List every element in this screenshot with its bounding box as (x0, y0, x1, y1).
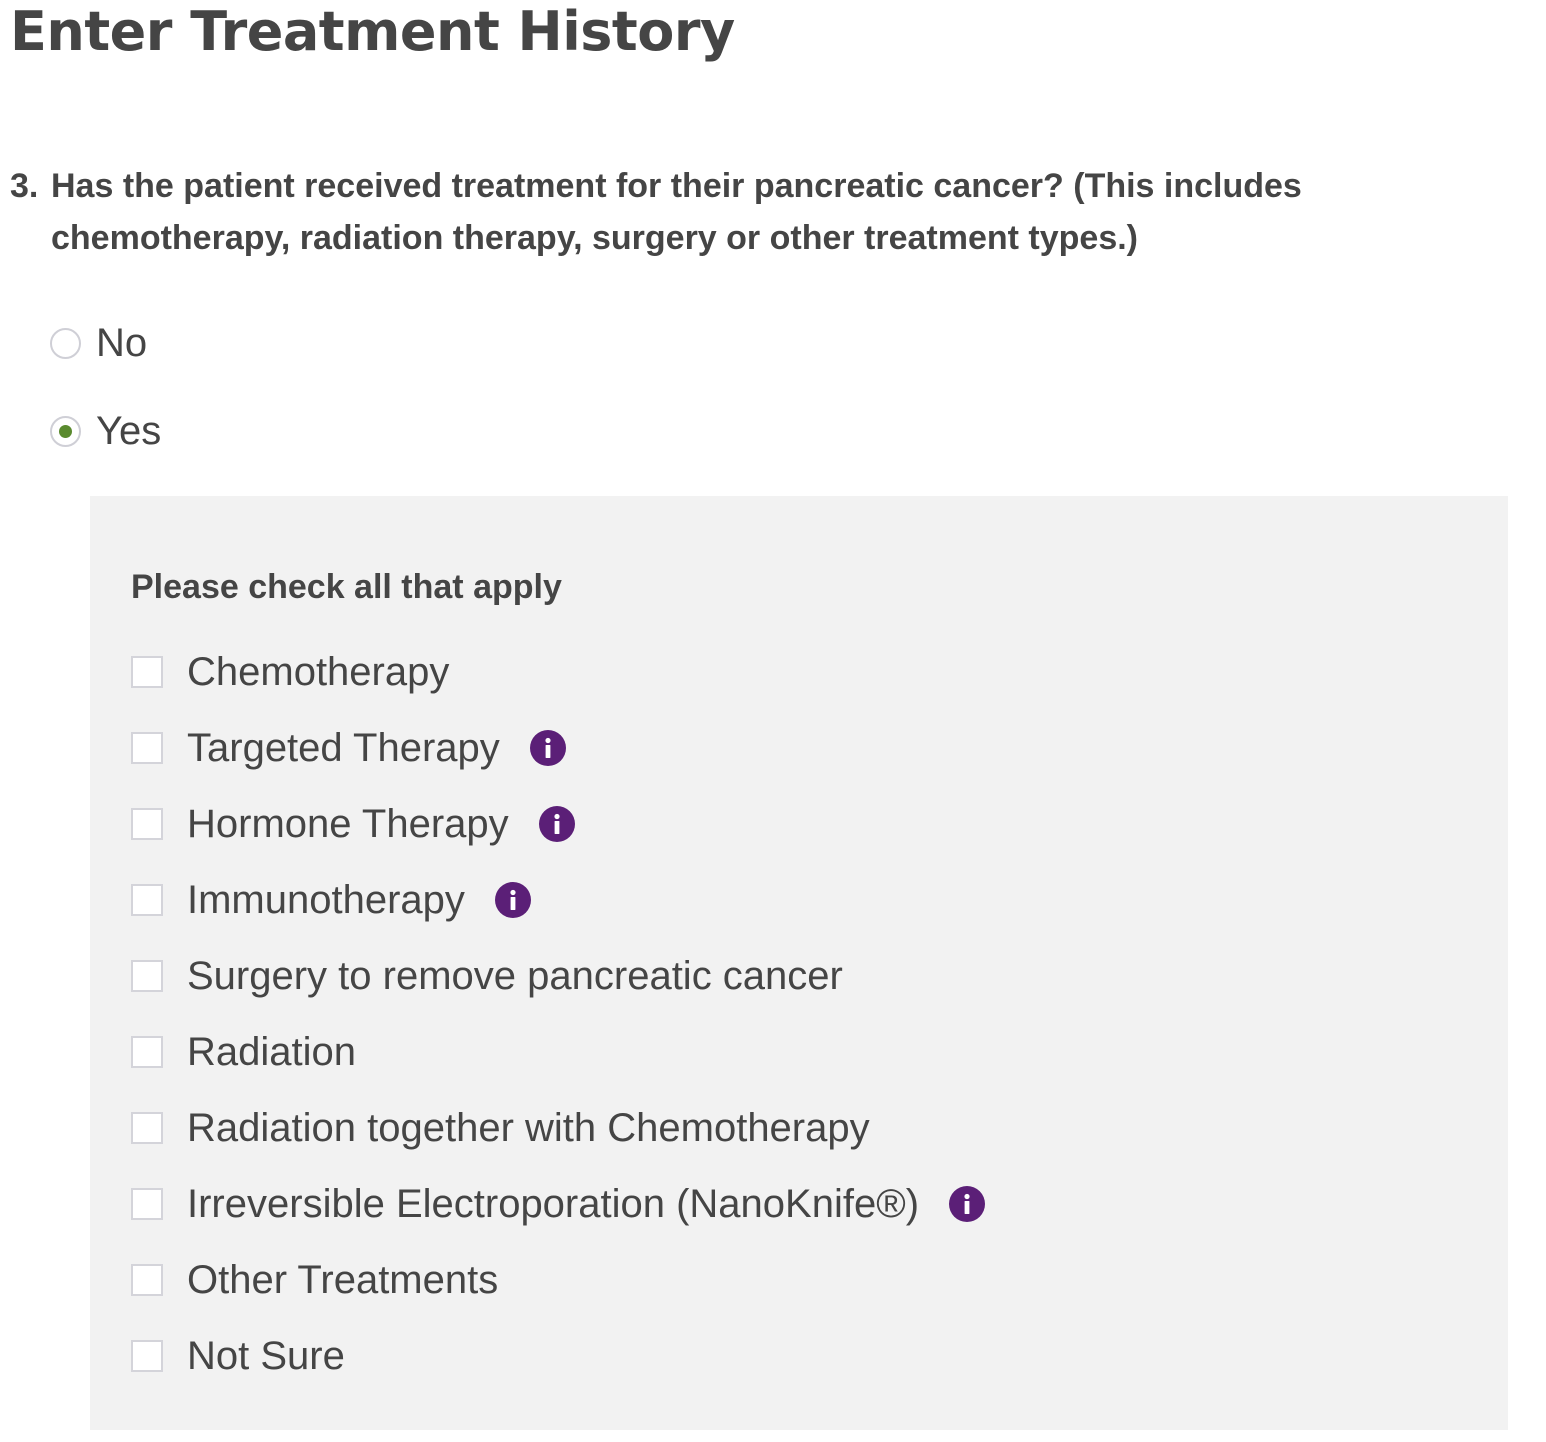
info-icon[interactable] (538, 806, 575, 842)
option-label: Hormone Therapy (187, 802, 509, 846)
radio-option-no[interactable]: No (50, 320, 147, 366)
radio-label-no: No (96, 321, 148, 365)
option-label: Immunotherapy (187, 878, 465, 922)
checkbox-surgery[interactable] (131, 960, 163, 992)
info-icon[interactable] (494, 882, 531, 918)
option-targeted-therapy[interactable]: Targeted Therapy (131, 710, 985, 786)
option-chemotherapy[interactable]: Chemotherapy (131, 634, 985, 710)
option-other-treatments[interactable]: Other Treatments (131, 1242, 985, 1318)
checkbox-chemotherapy[interactable] (131, 656, 163, 688)
option-radiation-with-chemotherapy[interactable]: Radiation together with Chemotherapy (131, 1090, 985, 1166)
checkbox-immunotherapy[interactable] (131, 884, 163, 916)
treatment-options-panel: Please check all that apply Chemotherapy… (90, 496, 1508, 1430)
option-radiation[interactable]: Radiation (131, 1014, 985, 1090)
option-hormone-therapy[interactable]: Hormone Therapy (131, 786, 985, 862)
checkbox-irreversible-electroporation[interactable] (131, 1188, 163, 1220)
checkbox-radiation-with-chemotherapy[interactable] (131, 1112, 163, 1144)
question-number: 3. (10, 167, 39, 205)
option-label: Chemotherapy (187, 650, 450, 694)
option-label: Radiation together with Chemotherapy (187, 1106, 870, 1150)
option-label: Radiation (187, 1030, 357, 1074)
checkbox-targeted-therapy[interactable] (131, 732, 163, 764)
info-icon[interactable] (949, 1186, 986, 1222)
treatment-options-list: Chemotherapy Targeted Therapy Hormone Th… (131, 634, 986, 1394)
question-3: 3. Has the patient received treatment fo… (10, 160, 1450, 264)
checkbox-hormone-therapy[interactable] (131, 808, 163, 840)
option-label: Targeted Therapy (187, 726, 500, 770)
option-immunotherapy[interactable]: Immunotherapy (131, 862, 985, 938)
checkbox-not-sure[interactable] (131, 1340, 163, 1372)
page-title: Enter Treatment History (10, 0, 735, 63)
info-icon[interactable] (529, 730, 566, 766)
radio-no[interactable] (50, 327, 81, 359)
option-label: Other Treatments (187, 1258, 499, 1302)
option-not-sure[interactable]: Not Sure (131, 1318, 985, 1394)
option-irreversible-electroporation[interactable]: Irreversible Electroporation (NanoKnife®… (131, 1166, 986, 1242)
option-label: Not Sure (187, 1334, 345, 1378)
checkbox-other-treatments[interactable] (131, 1264, 163, 1296)
radio-option-yes[interactable]: Yes (50, 408, 161, 454)
option-label: Irreversible Electroporation (NanoKnife®… (187, 1182, 920, 1226)
question-text: Has the patient received treatment for t… (51, 167, 1302, 257)
radio-yes[interactable] (50, 415, 81, 447)
option-surgery[interactable]: Surgery to remove pancreatic cancer (131, 938, 985, 1014)
checkbox-radiation[interactable] (131, 1036, 163, 1068)
panel-heading: Please check all that apply (131, 568, 562, 606)
radio-label-yes: Yes (96, 409, 162, 453)
option-label: Surgery to remove pancreatic cancer (187, 954, 843, 998)
